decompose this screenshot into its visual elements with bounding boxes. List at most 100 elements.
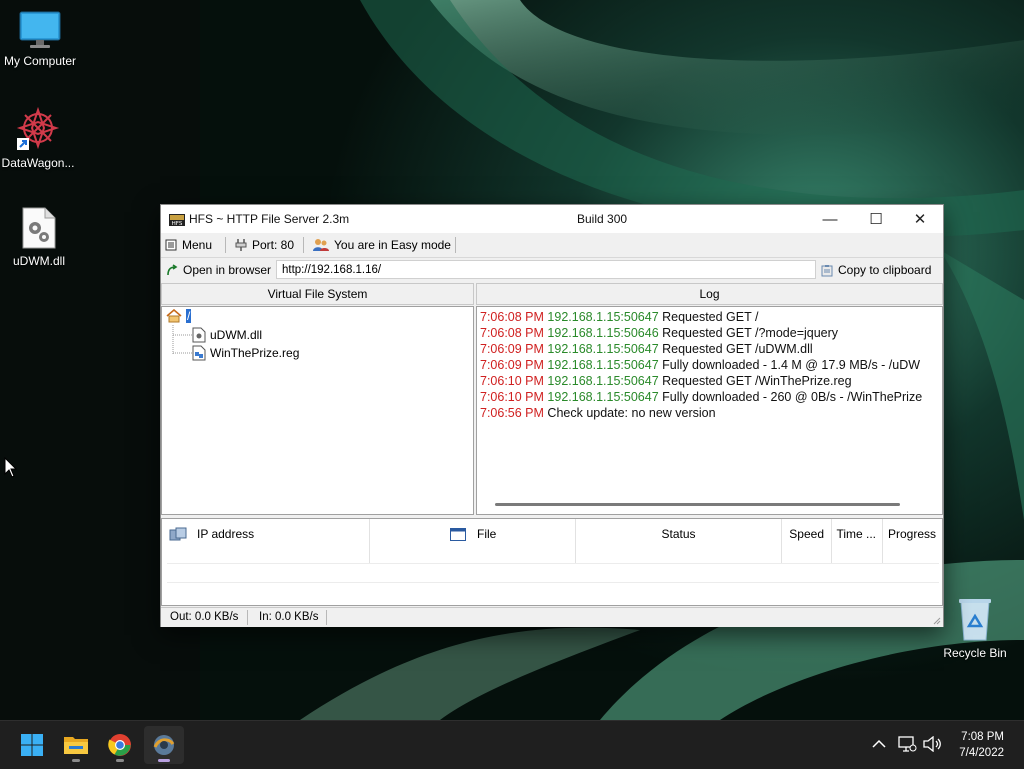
in-speed: In: 0.0 KB/s [259, 611, 319, 623]
mouse-cursor-icon [4, 457, 18, 478]
log-entry-ip: 192.168.1.15:50647 [547, 342, 659, 356]
col-ip-address[interactable]: IP address [197, 519, 370, 563]
start-button[interactable] [12, 726, 52, 764]
main-toolbar: Menu Port: 80 You are in Easy mode [161, 233, 943, 258]
home-icon [166, 309, 182, 323]
table-gridline [167, 582, 939, 583]
log-entry-ip: 192.168.1.15:50647 [547, 310, 659, 324]
log-entry-ip: 192.168.1.15:50646 [547, 326, 659, 340]
log-entry-time: 7:06:10 PM [480, 390, 544, 404]
log-entry: 7:06:08 PM 192.168.1.15:50647 Requested … [480, 310, 758, 324]
log-entry: 7:06:10 PM 192.168.1.15:50647 Requested … [480, 374, 852, 388]
vfs-header: Virtual File System [161, 283, 474, 305]
clock-date: 7/4/2022 [959, 747, 1004, 759]
port-button[interactable]: Port: 80 [235, 237, 294, 253]
port-label: Port: 80 [252, 238, 295, 252]
desktop-icon-recycle-bin[interactable]: Recycle Bin [935, 596, 1015, 660]
vfs-root-node[interactable]: / [166, 309, 192, 323]
open-in-browser-label: Open in browser [183, 263, 272, 277]
copy-to-clipboard-label: Copy to clipboard [838, 263, 932, 277]
close-button[interactable]: ✕ [897, 205, 943, 233]
log-entry-message: Requested GET /?mode=jquery [662, 326, 839, 340]
log-entry: 7:06:09 PM 192.168.1.15:50647 Fully down… [480, 358, 920, 372]
vfs-file-label: uDWM.dll [210, 328, 263, 342]
log-entry-time: 7:06:08 PM [480, 326, 544, 340]
desktop-icon-datawagon[interactable]: DataWagon... [0, 106, 78, 170]
log-entry-ip: 192.168.1.15:50647 [547, 390, 659, 404]
url-toolbar: Open in browser http://192.168.1.16/ Cop… [161, 258, 943, 282]
vfs-file-node[interactable]: uDWM.dll [192, 327, 262, 343]
hfs-window[interactable]: HFS HFS ~ HTTP File Server 2.3m Build 30… [160, 204, 944, 627]
toolbar-separator [303, 237, 304, 253]
log-entry-message: Requested GET / [662, 310, 759, 324]
minimize-icon: — [822, 210, 838, 228]
vfs-file-label: WinThePrize.reg [210, 346, 300, 360]
maximize-icon: ☐ [869, 211, 883, 228]
network-icon [169, 527, 187, 541]
log-entry-message: Requested GET /WinThePrize.reg [662, 374, 852, 388]
log-entry: 7:06:08 PM 192.168.1.15:50646 Requested … [480, 326, 838, 340]
log-entry: 7:06:09 PM 192.168.1.15:50647 Requested … [480, 342, 813, 356]
toolbar-separator [225, 237, 226, 253]
file-explorer-button[interactable] [56, 726, 96, 764]
taskbar: 7:08 PM 7/4/2022 [0, 720, 1024, 769]
out-speed: Out: 0.0 KB/s [170, 611, 239, 623]
log-entry-message: Requested GET /uDWM.dll [662, 342, 813, 356]
log-entry-message: Fully downloaded - 260 @ 0B/s - /WinTheP… [662, 390, 923, 404]
datawagon-shortcut-icon [16, 106, 60, 150]
status-separator [247, 610, 248, 625]
table-gridline [167, 563, 939, 564]
system-clock[interactable]: 7:08 PM 7/4/2022 [959, 729, 1004, 761]
menu-button[interactable]: Menu [165, 237, 212, 253]
log-entry-ip: 192.168.1.15:50647 [547, 374, 659, 388]
chrome-icon [108, 734, 131, 756]
mode-label: You are in Easy mode [334, 238, 451, 252]
chrome-button[interactable] [100, 726, 140, 764]
window-title: HFS ~ HTTP File Server 2.3m [189, 212, 350, 226]
registry-file-icon [192, 345, 206, 361]
log-entry-time: 7:06:09 PM [480, 358, 544, 372]
file-icon [192, 327, 206, 343]
url-field[interactable]: http://192.168.1.16/ [276, 260, 816, 279]
desktop-icon-udwm-dll[interactable]: uDWM.dll [0, 206, 79, 268]
desktop-icon-my-computer[interactable]: My Computer [0, 10, 80, 68]
mode-button[interactable]: You are in Easy mode [313, 237, 451, 253]
window-titlebar[interactable]: HFS HFS ~ HTTP File Server 2.3m Build 30… [161, 205, 943, 233]
log-panel[interactable]: 7:06:08 PM 192.168.1.15:50647 Requested … [476, 306, 943, 515]
col-time[interactable]: Time ... [832, 519, 883, 563]
chevron-up-icon[interactable] [872, 739, 886, 749]
monitor-icon [19, 11, 61, 48]
log-header: Log [476, 283, 943, 305]
hfs-taskbar-button[interactable] [144, 726, 184, 764]
hfs-app-icon: HFS [169, 214, 185, 227]
col-speed[interactable]: Speed [782, 519, 832, 563]
log-entry-message: Check update: no new version [547, 406, 716, 420]
vfs-root-label: / [186, 309, 192, 323]
vfs-file-node[interactable]: WinThePrize.reg [192, 345, 299, 361]
connections-table[interactable]: IP address File Status Speed Time ... Pr… [161, 518, 943, 606]
horizontal-scrollbar[interactable] [495, 503, 900, 506]
open-in-browser-button[interactable]: Open in browser [166, 262, 271, 278]
window-build-label: Build 300 [577, 212, 628, 226]
col-status[interactable]: Status [576, 519, 782, 563]
volume-icon[interactable] [922, 736, 942, 752]
maximize-button[interactable]: ☐ [853, 205, 899, 233]
copy-to-clipboard-button[interactable]: Copy to clipboard [821, 262, 931, 278]
network-tray-icon[interactable] [897, 735, 917, 753]
col-progress[interactable]: Progress [883, 519, 942, 563]
dll-file-icon [22, 207, 56, 249]
recycle-bin-icon [959, 599, 991, 641]
col-file[interactable]: File [370, 519, 576, 563]
running-indicator [116, 759, 124, 762]
file-explorer-icon [64, 737, 88, 754]
clipboard-icon [821, 264, 833, 276]
log-entry-message: Fully downloaded - 1.4 M @ 17.9 MB/s - /… [662, 358, 921, 372]
vfs-tree[interactable]: / uDWM.dll WinThePrize.reg [161, 306, 474, 515]
desktop-icon-label: My Computer [3, 54, 77, 68]
svg-text:HFS: HFS [172, 221, 183, 227]
clock-time: 7:08 PM [961, 731, 1004, 743]
minimize-button[interactable]: — [807, 205, 853, 233]
menu-icon [165, 239, 177, 251]
resize-grip-icon[interactable] [931, 615, 941, 625]
log-entry-time: 7:06:09 PM [480, 342, 544, 356]
